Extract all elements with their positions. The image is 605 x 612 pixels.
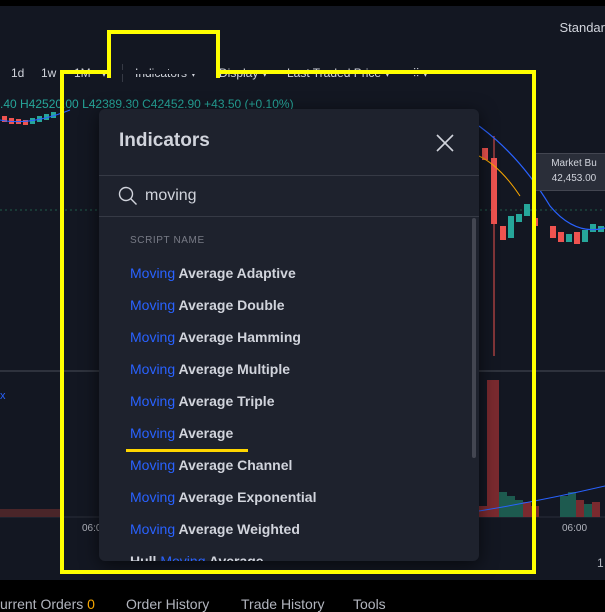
list-item[interactable]: Moving Average Multiple bbox=[99, 353, 471, 385]
list-item[interactable]: Moving Average bbox=[99, 417, 471, 449]
market-price-badge: Market Bu 42,453.00 bbox=[533, 153, 605, 191]
chart-type-button[interactable]: ⫶⫶ ▾ bbox=[413, 66, 428, 81]
interval-1d[interactable]: 1d bbox=[11, 66, 24, 80]
list-item[interactable]: Hull Moving Average bbox=[99, 545, 471, 561]
chevron-down-icon: ▾ bbox=[384, 66, 391, 80]
divider bbox=[99, 216, 479, 217]
search-bar bbox=[99, 176, 479, 216]
list-item[interactable]: Moving Average Adaptive bbox=[99, 257, 471, 289]
candlestick-icon: ⫶⫶ bbox=[413, 66, 420, 80]
bottom-panel-tabs: urrent Orders 0 Order History Trade Hist… bbox=[0, 582, 605, 612]
results-scrollbar[interactable] bbox=[472, 218, 476, 458]
list-item[interactable]: Moving Average Weighted bbox=[99, 513, 471, 545]
interval-1w[interactable]: 1w bbox=[41, 66, 56, 80]
results-list: Moving Average Adaptive Moving Average D… bbox=[99, 257, 471, 561]
time-axis-label: 06:00 bbox=[562, 523, 588, 534]
section-label-script-name: SCRIPT NAME bbox=[130, 235, 205, 246]
chevron-down-icon: ▾ bbox=[422, 66, 429, 80]
display-button[interactable]: Display ▾ bbox=[219, 66, 268, 80]
left-candles bbox=[0, 109, 71, 125]
search-icon bbox=[118, 186, 138, 206]
display-label: Display bbox=[219, 66, 259, 80]
chevron-down-icon: ▾ bbox=[261, 66, 268, 80]
chart-toolbar: 1d 1w 1M ▾ Indicators ▾ Display ▾ Last T… bbox=[0, 56, 605, 90]
list-item[interactable]: Moving Average Hamming bbox=[99, 321, 471, 353]
annotation-underline bbox=[126, 449, 248, 452]
price-type-label: Last Traded Price bbox=[287, 66, 382, 80]
search-input[interactable] bbox=[145, 183, 445, 209]
market-badge-label: Market Bu bbox=[551, 158, 597, 169]
time-axis-label: 1 bbox=[597, 556, 604, 570]
interval-dropdown-icon[interactable]: ▾ bbox=[101, 66, 107, 80]
close-icon[interactable] bbox=[433, 131, 457, 155]
volume-bars bbox=[478, 380, 605, 517]
price-type-button[interactable]: Last Traded Price ▾ bbox=[287, 66, 390, 80]
account-mode-label[interactable]: Standar bbox=[559, 20, 605, 35]
market-badge-price: 42,453.00 bbox=[551, 173, 597, 184]
list-item[interactable]: Moving Average Double bbox=[99, 289, 471, 321]
list-item[interactable]: Moving Average Triple bbox=[99, 385, 471, 417]
list-item[interactable]: Moving Average Exponential bbox=[99, 481, 471, 513]
interval-1m[interactable]: 1M bbox=[74, 66, 91, 80]
indicators-dialog: Indicators SCRIPT NAME Moving Average Ad… bbox=[99, 109, 479, 561]
left-axis-marker: x bbox=[0, 390, 6, 402]
dialog-title: Indicators bbox=[119, 130, 210, 151]
highlight-gap bbox=[111, 70, 216, 74]
list-item[interactable]: Moving Average Channel bbox=[99, 449, 471, 481]
